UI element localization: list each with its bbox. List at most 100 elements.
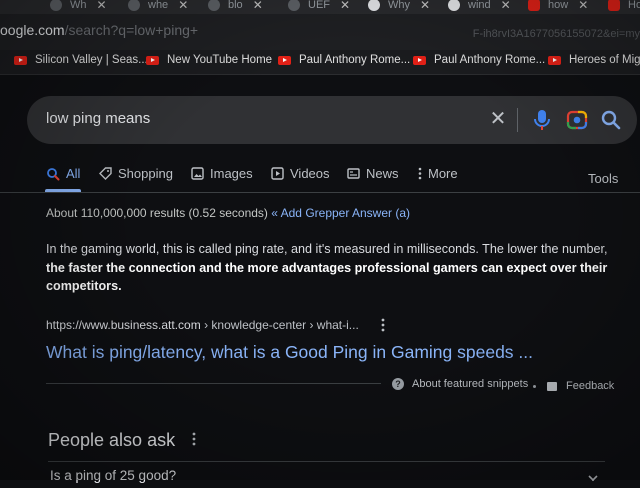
close-icon[interactable]: ✕	[253, 0, 263, 12]
tab-title: Why	[388, 0, 410, 11]
youtube-icon	[413, 55, 426, 65]
tab-images[interactable]: Images	[191, 166, 253, 181]
help-icon: ?	[392, 378, 404, 390]
about-label: About featured snippets	[412, 378, 529, 390]
bookmark-item[interactable]: New YouTube Home	[146, 54, 272, 66]
youtube-icon	[528, 0, 540, 11]
separator-dot	[533, 385, 536, 388]
bookmark-item[interactable]: Paul Anthony Rome...	[413, 54, 545, 66]
cite-host: https://www.business.att.com	[46, 318, 201, 332]
result-title-link[interactable]: What is ping/latency, what is a Good Pin…	[46, 342, 533, 363]
bookmark-label: Paul Anthony Rome...	[299, 54, 411, 66]
browser-tab[interactable]: Wh ✕	[50, 0, 107, 14]
search-box[interactable]: low ping means ✕	[27, 96, 637, 144]
add-grepper-answer-link[interactable]: « Add Grepper Answer (a)	[271, 206, 410, 220]
tab-shopping[interactable]: Shopping	[99, 166, 173, 181]
search-icon[interactable]	[599, 108, 623, 132]
bookmarks-bar: Silicon Valley | Seas... New YouTube Hom…	[0, 50, 640, 75]
tab-label: Videos	[290, 166, 330, 181]
tag-icon	[99, 167, 112, 180]
camera-lens-icon[interactable]	[565, 108, 589, 132]
url-host: oogle.com	[0, 22, 65, 38]
browser-tab[interactable]: Why ✕	[368, 0, 430, 14]
browser-tab[interactable]: Ho	[608, 0, 640, 14]
youtube-icon	[278, 55, 291, 65]
browser-tab[interactable]: whe ✕	[128, 0, 188, 14]
close-icon[interactable]: ✕	[340, 0, 350, 12]
tab-label: Images	[210, 166, 253, 181]
address-bar[interactable]: oogle.com/search?q=low+ping+ F-ih8rvI3A1…	[0, 14, 640, 50]
tab-title: whe	[148, 0, 169, 11]
browser-tab[interactable]: how ✕	[528, 0, 588, 14]
tab-more[interactable]: More	[418, 166, 458, 181]
result-cite[interactable]: https://www.business.att.com › knowledge…	[46, 318, 359, 332]
more-vert-icon[interactable]	[381, 318, 391, 334]
chevron-down-icon[interactable]	[588, 470, 598, 482]
video-icon	[271, 167, 284, 180]
tab-label: All	[66, 166, 81, 181]
tools-button[interactable]: Tools	[588, 171, 618, 186]
url-tail: F-ih8rvI3A1677056155072&ei=my	[472, 28, 640, 40]
newspaper-icon	[347, 167, 360, 180]
people-also-ask-heading: People also ask	[48, 430, 176, 450]
search-box-divider	[517, 108, 518, 132]
divider	[46, 383, 381, 384]
search-input[interactable]: low ping means	[46, 110, 150, 127]
result-count: About 110,000,000 results (0.52 seconds)	[46, 206, 268, 220]
divider	[0, 192, 640, 193]
image-icon	[191, 167, 204, 180]
browser-tab[interactable]: blo ✕	[208, 0, 263, 14]
about-featured-snippets-link[interactable]: ? About featured snippets	[392, 378, 528, 390]
tab-title: blo	[228, 0, 243, 11]
paa-question[interactable]: Is a ping of 25 good?	[50, 468, 176, 483]
tab-label: Shopping	[118, 166, 173, 181]
browser-tab[interactable]: wind ✕	[448, 0, 511, 14]
bookmark-item[interactable]: Silicon Valley | Seas...	[14, 54, 148, 66]
bookmark-label: New YouTube Home	[167, 54, 273, 66]
globe-icon	[50, 0, 62, 11]
url-text[interactable]: oogle.com/search?q=low+ping+	[0, 22, 198, 38]
feedback-button[interactable]: Feedback	[547, 380, 614, 392]
close-icon[interactable]: ✕	[178, 0, 188, 12]
feedback-label: Feedback	[566, 380, 615, 392]
tab-title: UEF	[308, 0, 330, 11]
cite-path: › knowledge-center › what-i...	[200, 318, 359, 332]
youtube-icon	[14, 55, 27, 65]
google-icon	[368, 0, 380, 11]
tab-label: More	[428, 166, 458, 181]
microphone-icon[interactable]	[531, 108, 553, 132]
youtube-icon	[548, 55, 561, 65]
browser-tab-strip: Wh ✕ whe ✕ blo ✕ UEF ✕ Why ✕ wind ✕ how …	[0, 0, 640, 14]
close-icon[interactable]: ✕	[97, 0, 107, 12]
globe-icon	[128, 0, 140, 11]
clear-icon[interactable]: ✕	[487, 108, 509, 130]
close-icon[interactable]: ✕	[501, 0, 511, 12]
tab-title: Ho	[628, 0, 640, 11]
browser-tab[interactable]: UEF ✕	[288, 0, 350, 14]
search-icon	[46, 167, 60, 181]
feedback-icon	[547, 381, 557, 391]
snippet-end: .	[118, 279, 122, 293]
tab-label: News	[366, 166, 399, 181]
snippet-highlight: the faster the connection and the more a…	[46, 260, 608, 294]
google-icon	[448, 0, 460, 11]
close-icon[interactable]: ✕	[420, 0, 430, 12]
result-stats: About 110,000,000 results (0.52 seconds)…	[46, 206, 410, 220]
url-path: /search?q=low+ping+	[64, 22, 199, 38]
close-icon[interactable]: ✕	[578, 0, 588, 12]
app-icon	[288, 0, 300, 11]
bookmark-item[interactable]: Heroes of Migh	[548, 54, 640, 66]
tab-title: wind	[468, 0, 491, 11]
tab-news[interactable]: News	[347, 166, 399, 181]
more-vert-icon	[418, 167, 422, 180]
youtube-icon	[608, 0, 620, 11]
divider	[48, 461, 605, 462]
globe-icon	[208, 0, 220, 11]
tab-title: how	[548, 0, 569, 11]
bookmark-label: Paul Anthony Rome...	[434, 54, 546, 66]
more-vert-icon[interactable]	[192, 432, 202, 448]
tab-videos[interactable]: Videos	[271, 166, 330, 181]
bookmark-item[interactable]: Paul Anthony Rome...	[278, 54, 410, 66]
tab-all[interactable]: All	[46, 166, 80, 181]
tab-title: Wh	[70, 0, 87, 11]
